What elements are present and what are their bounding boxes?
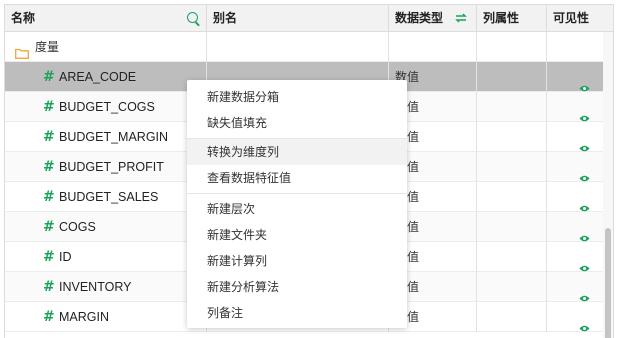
search-icon[interactable]	[187, 12, 198, 23]
field-name: BUDGET_MARGIN	[59, 130, 169, 144]
eye-icon[interactable]	[579, 223, 590, 242]
eye-icon[interactable]	[579, 253, 590, 272]
header-alias[interactable]: 别名	[207, 5, 389, 31]
field-property[interactable]	[477, 212, 547, 242]
hash-icon: #	[43, 219, 55, 235]
grid-header: 名称 别名 数据类型 列属性 可见性	[5, 5, 613, 32]
field-name: ID	[59, 250, 72, 264]
header-name[interactable]: 名称	[5, 5, 207, 31]
hash-icon: #	[43, 309, 55, 325]
folder-label: 度量	[35, 40, 60, 54]
field-name: AREA_CODE	[59, 70, 137, 84]
folder-icon	[15, 40, 29, 59]
menu-view-features[interactable]: 查看数据特征值	[187, 165, 407, 191]
field-property[interactable]	[477, 242, 547, 272]
field-property[interactable]	[477, 62, 547, 92]
menu-new-calc-column[interactable]: 新建计算列	[187, 248, 407, 274]
header-column-property[interactable]: 列属性	[477, 5, 547, 31]
hash-icon: #	[43, 69, 55, 85]
eye-icon[interactable]	[579, 193, 590, 212]
hash-icon: #	[43, 189, 55, 205]
folder-row[interactable]: 度量	[5, 32, 603, 62]
swap-icon[interactable]	[454, 13, 468, 23]
field-property[interactable]	[477, 152, 547, 182]
eye-icon[interactable]	[579, 163, 590, 182]
context-menu: 新建数据分箱 缺失值填充 转换为维度列 查看数据特征值 新建层次 新建文件夹 新…	[187, 80, 407, 328]
eye-icon[interactable]	[579, 73, 590, 92]
menu-to-dimension[interactable]: 转换为维度列	[187, 139, 407, 165]
field-property[interactable]	[477, 272, 547, 302]
menu-column-note[interactable]: 列备注	[187, 300, 407, 326]
eye-icon[interactable]	[579, 283, 590, 302]
scrollbar-thumb[interactable]	[605, 228, 611, 338]
field-name: BUDGET_SALES	[59, 190, 159, 204]
eye-icon[interactable]	[579, 133, 590, 152]
field-property[interactable]	[477, 122, 547, 152]
menu-new-bin[interactable]: 新建数据分箱	[187, 84, 407, 110]
menu-new-analysis[interactable]: 新建分析算法	[187, 274, 407, 300]
menu-fill-missing[interactable]: 缺失值填充	[187, 110, 407, 136]
hash-icon: #	[43, 129, 55, 145]
menu-separator	[187, 193, 407, 194]
menu-new-hierarchy[interactable]: 新建层次	[187, 196, 407, 222]
menu-new-folder[interactable]: 新建文件夹	[187, 222, 407, 248]
hash-icon: #	[43, 279, 55, 295]
hash-icon: #	[43, 99, 55, 115]
field-name: COGS	[59, 220, 96, 234]
field-name: MARGIN	[59, 310, 109, 324]
field-property[interactable]	[477, 92, 547, 122]
field-name: BUDGET_PROFIT	[59, 160, 164, 174]
eye-icon[interactable]	[579, 313, 590, 332]
hash-icon: #	[43, 159, 55, 175]
field-property[interactable]	[477, 182, 547, 212]
field-name: INVENTORY	[59, 280, 132, 294]
field-name: BUDGET_COGS	[59, 100, 155, 114]
vertical-scrollbar[interactable]	[603, 32, 613, 338]
header-data-type[interactable]: 数据类型	[389, 5, 477, 31]
field-property[interactable]	[477, 302, 547, 332]
hash-icon: #	[43, 249, 55, 265]
eye-icon[interactable]	[579, 103, 590, 122]
header-visibility[interactable]: 可见性	[547, 5, 613, 31]
